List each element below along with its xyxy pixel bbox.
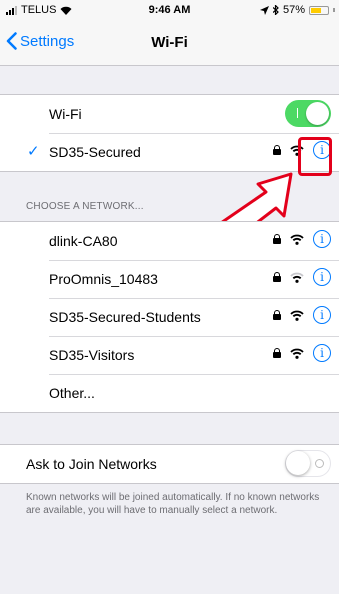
info-icon[interactable]: i bbox=[313, 268, 331, 286]
network-row[interactable]: SD35-Secured-Students i bbox=[0, 298, 339, 336]
other-network-row[interactable]: Other... bbox=[0, 374, 339, 412]
page-title: Wi-Fi bbox=[151, 34, 188, 51]
battery-tip bbox=[333, 8, 335, 12]
navigation-bar: Settings Wi-Fi bbox=[0, 20, 339, 66]
bluetooth-icon bbox=[272, 5, 279, 15]
ask-join-group: Ask to Join Networks bbox=[0, 444, 339, 484]
wifi-icon bbox=[290, 272, 304, 283]
wifi-icon bbox=[290, 310, 304, 321]
ask-join-footer: Known networks will be joined automatica… bbox=[26, 492, 320, 516]
ask-join-label: Ask to Join Networks bbox=[26, 456, 157, 472]
status-right: 57% bbox=[259, 4, 335, 16]
connected-network-row[interactable]: ✓ SD35-Secured i bbox=[0, 133, 339, 171]
connected-network-name: SD35-Secured bbox=[49, 144, 141, 160]
wifi-icon bbox=[290, 348, 304, 359]
network-icons: i bbox=[273, 344, 331, 362]
network-name: dlink-CA80 bbox=[49, 233, 118, 249]
annotation-highlight-box bbox=[298, 137, 332, 176]
lock-icon bbox=[273, 145, 281, 155]
network-row[interactable]: dlink-CA80 i bbox=[0, 222, 339, 260]
network-row[interactable]: ProOmnis_10483 i bbox=[0, 260, 339, 298]
network-icons: i bbox=[273, 230, 331, 248]
network-name: SD35-Secured-Students bbox=[49, 309, 201, 325]
wifi-toggle[interactable] bbox=[285, 100, 331, 127]
wifi-icon bbox=[290, 234, 304, 245]
ask-join-toggle[interactable] bbox=[285, 450, 331, 477]
battery-icon bbox=[309, 5, 329, 15]
network-name: SD35-Visitors bbox=[49, 347, 135, 363]
network-row[interactable]: SD35-Visitors i bbox=[0, 336, 339, 374]
lock-icon bbox=[273, 272, 281, 282]
lock-icon bbox=[273, 310, 281, 320]
choose-network-header: CHOOSE A NETWORK... bbox=[26, 201, 144, 212]
checkmark-icon: ✓ bbox=[27, 143, 40, 160]
location-icon bbox=[259, 5, 269, 15]
wifi-group: Wi-Fi ✓ SD35-Secured i bbox=[0, 94, 339, 172]
networks-group: dlink-CA80 i ProOmnis_10483 i SD35-Secur… bbox=[0, 221, 339, 413]
other-network-label: Other... bbox=[49, 385, 95, 401]
status-bar: TELUS 9:46 AM 57% bbox=[0, 0, 339, 20]
wifi-label: Wi-Fi bbox=[49, 106, 82, 122]
battery-percent: 57% bbox=[282, 4, 305, 16]
ask-join-row: Ask to Join Networks bbox=[0, 445, 339, 483]
lock-icon bbox=[273, 234, 281, 244]
info-icon[interactable]: i bbox=[313, 306, 331, 324]
lock-icon bbox=[273, 348, 281, 358]
info-icon[interactable]: i bbox=[313, 344, 331, 362]
network-icons: i bbox=[273, 268, 331, 286]
network-name: ProOmnis_10483 bbox=[49, 271, 158, 287]
info-icon[interactable]: i bbox=[313, 230, 331, 248]
wifi-toggle-row: Wi-Fi bbox=[0, 95, 339, 133]
network-icons: i bbox=[273, 306, 331, 324]
